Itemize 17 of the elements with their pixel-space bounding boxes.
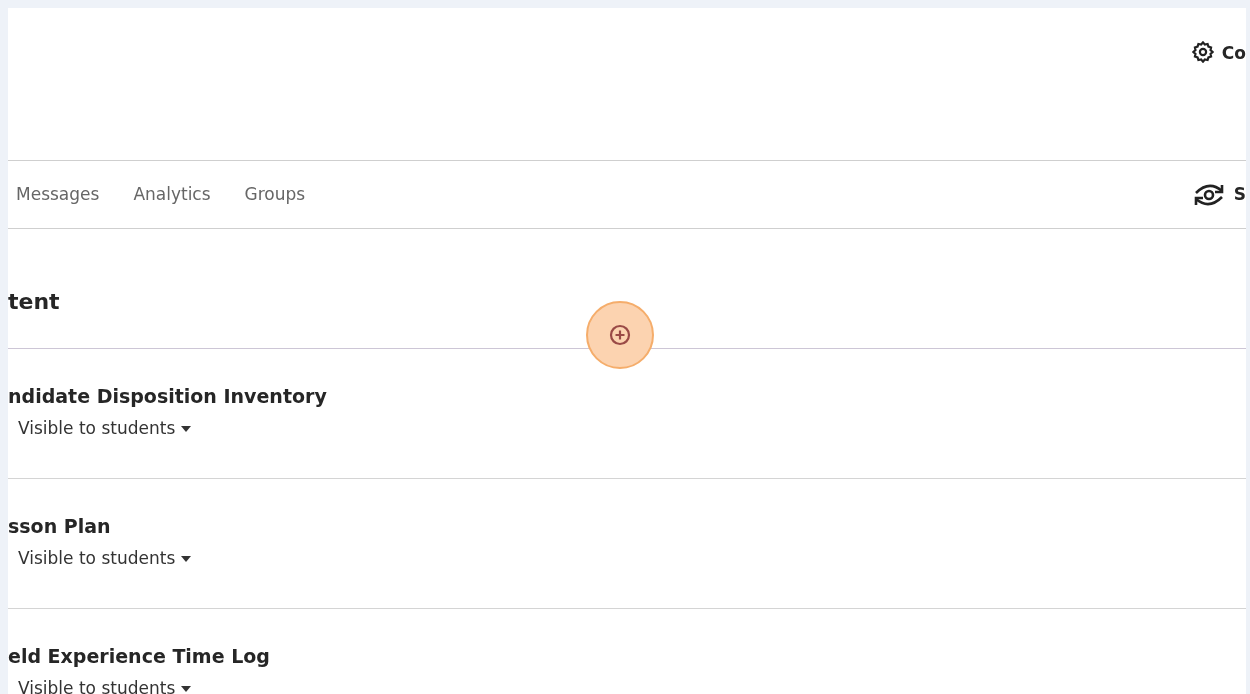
content-item-title[interactable]: ndidate Disposition Inventory xyxy=(8,385,1246,408)
content-item-title[interactable]: eld Experience Time Log xyxy=(8,645,1246,668)
caret-icon xyxy=(181,555,192,562)
caret-icon xyxy=(181,425,192,432)
nav-tab[interactable]: Groups xyxy=(244,181,306,208)
add-icon xyxy=(609,324,631,346)
settings-link[interactable]: Co xyxy=(1221,41,1246,67)
content-item-title[interactable]: sson Plan xyxy=(8,515,1246,538)
visibility-dropdown[interactable]: Visible to students xyxy=(8,675,192,694)
section-heading: tent xyxy=(8,288,61,316)
nav-tab[interactable]: Messages xyxy=(16,181,100,208)
student-view-link[interactable]: S xyxy=(1233,181,1246,208)
settings-icon[interactable] xyxy=(1191,41,1214,63)
nav-tab[interactable]: Analytics xyxy=(133,181,211,208)
visibility-dropdown[interactable]: Visible to students xyxy=(8,545,192,572)
visibility-dropdown[interactable]: Visible to students xyxy=(8,415,192,442)
caret-icon xyxy=(181,685,192,692)
